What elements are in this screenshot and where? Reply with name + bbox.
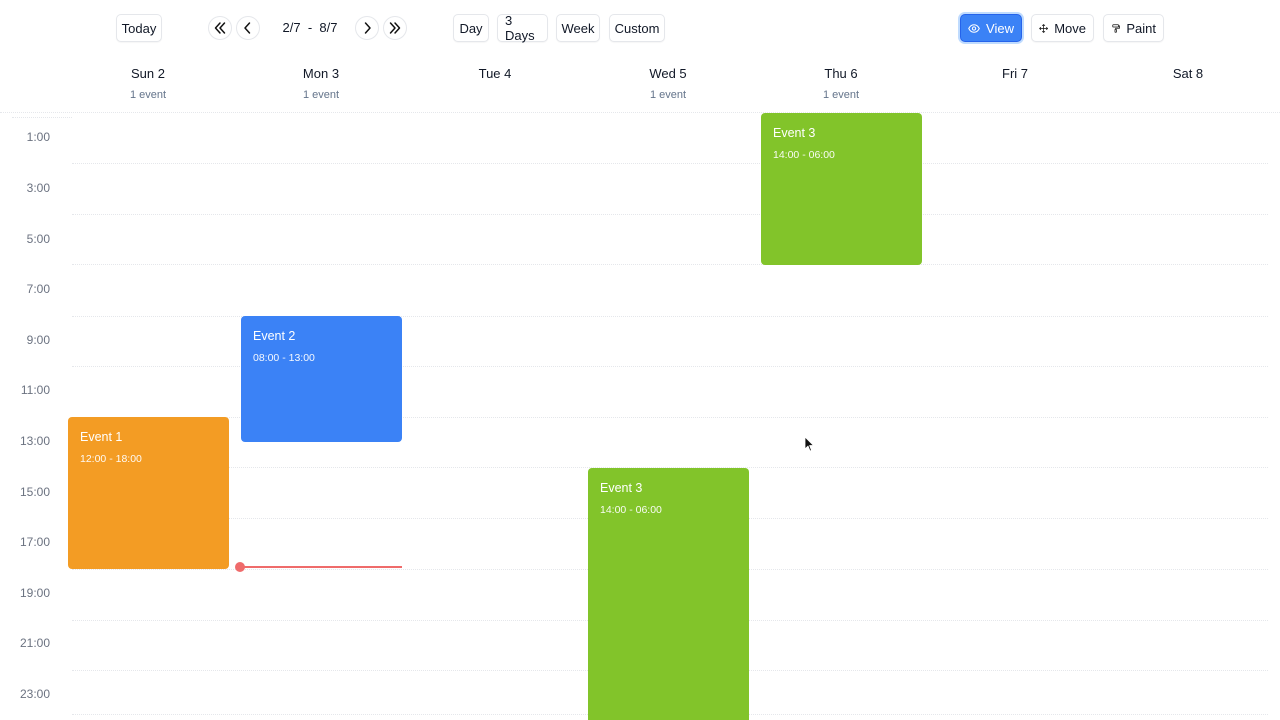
day-header-mon[interactable]: Mon 3 1 event	[261, 66, 381, 101]
current-time-dot	[235, 562, 245, 572]
day-name: Sun 2	[131, 66, 165, 81]
day-event-count	[1128, 89, 1248, 101]
view-mode-button[interactable]: View	[960, 14, 1022, 42]
day-event-count	[955, 89, 1075, 101]
day-header-tue[interactable]: Tue 4	[435, 66, 555, 101]
time-label: 11:00	[20, 383, 50, 397]
day-name: Mon 3	[302, 66, 340, 81]
hour-gridline	[72, 163, 1268, 164]
day-header-thu[interactable]: Thu 6 1 event	[781, 66, 901, 101]
event-time: 14:00 - 06:00	[773, 149, 835, 161]
mouse-cursor-icon	[804, 436, 814, 452]
eye-icon	[968, 23, 980, 33]
move-mode-button[interactable]: Move	[1031, 14, 1094, 42]
event-time: 12:00 - 18:00	[80, 453, 142, 465]
hour-gridline	[72, 264, 1268, 265]
event-time: 14:00 - 06:00	[600, 504, 662, 516]
previous-button[interactable]	[236, 16, 260, 40]
next-button[interactable]	[355, 16, 379, 40]
time-label: 9:00	[26, 333, 50, 347]
view-mode-label: View	[986, 20, 1014, 36]
time-label: 13:00	[19, 434, 50, 448]
date-range-label: 2/7 - 8/7	[282, 20, 338, 35]
day-name: Wed 5	[649, 66, 687, 81]
time-label: 23:00	[19, 687, 50, 701]
time-label: 7:00	[26, 282, 50, 296]
next-range-button[interactable]	[383, 16, 407, 40]
move-mode-label: Move	[1054, 20, 1086, 36]
day-event-count	[435, 89, 555, 101]
today-button[interactable]: Today	[116, 14, 162, 42]
day-event-count: 1 event	[649, 89, 687, 101]
chevron-left-icon	[244, 22, 251, 34]
time-label: 5:00	[26, 232, 50, 246]
time-label: 21:00	[19, 636, 50, 650]
day-name: Fri 7	[1002, 66, 1028, 81]
event-title: Event 1	[80, 430, 123, 444]
day-header-sun[interactable]: Sun 2 1 event	[88, 66, 208, 101]
event-title: Event 3	[600, 481, 643, 495]
time-gutter-line	[12, 117, 72, 118]
time-label: 1:00	[26, 130, 50, 144]
paint-mode-button[interactable]: Paint	[1103, 14, 1164, 42]
header-divider	[0, 112, 1280, 113]
day-header-fri[interactable]: Fri 7	[955, 66, 1075, 101]
current-time-line	[239, 566, 402, 568]
double-chevron-left-icon	[214, 22, 226, 34]
day-view-button[interactable]: Day	[453, 14, 489, 42]
day-event-count: 1 event	[822, 89, 860, 101]
event-title: Event 2	[253, 329, 296, 343]
time-label: 19:00	[19, 586, 50, 600]
event-time: 08:00 - 13:00	[253, 352, 315, 364]
time-label: 17:00	[19, 535, 50, 549]
hour-gridline	[72, 214, 1268, 215]
paint-mode-label: Paint	[1126, 20, 1156, 36]
move-icon	[1039, 23, 1049, 33]
double-chevron-right-icon	[389, 22, 401, 34]
custom-view-button[interactable]: Custom	[609, 14, 665, 42]
three-days-view-button[interactable]: 3 Days	[497, 13, 548, 43]
time-label: 15:00	[19, 485, 50, 499]
event-title: Event 3	[773, 126, 816, 140]
event-card[interactable]: Event 3 14:00 - 06:00	[588, 468, 749, 720]
day-name: Sat 8	[1172, 66, 1204, 81]
week-view-button[interactable]: Week	[556, 14, 600, 42]
paint-roller-icon	[1112, 23, 1120, 33]
event-card[interactable]: Event 2 08:00 - 13:00	[241, 316, 402, 442]
day-name: Tue 4	[478, 66, 512, 81]
day-event-count: 1 event	[129, 89, 167, 101]
event-card[interactable]: Event 3 14:00 - 06:00	[761, 113, 922, 265]
event-card[interactable]: Event 1 12:00 - 18:00	[68, 417, 229, 569]
day-header-sat[interactable]: Sat 8	[1128, 66, 1248, 101]
time-label: 3:00	[26, 181, 50, 195]
day-header-wed[interactable]: Wed 5 1 event	[608, 66, 728, 101]
day-event-count: 1 event	[302, 89, 340, 101]
day-name: Thu 6	[824, 66, 858, 81]
chevron-right-icon	[364, 22, 371, 34]
previous-range-button[interactable]	[208, 16, 232, 40]
